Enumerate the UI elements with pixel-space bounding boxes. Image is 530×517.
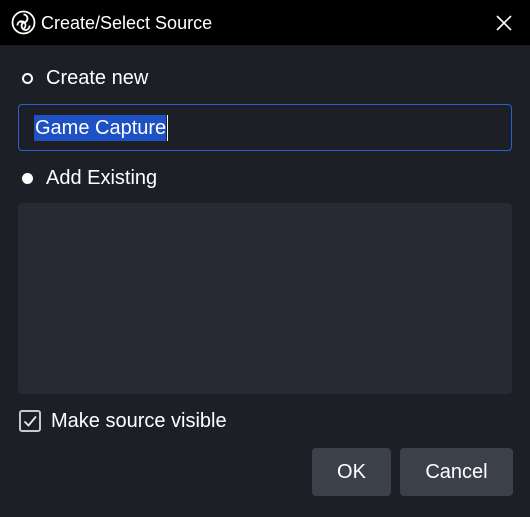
create-new-label: Create new [46,66,149,89]
obs-logo-icon [11,10,36,35]
add-existing-radio[interactable]: Add Existing [18,165,157,191]
title-bar[interactable]: Create/Select Source [0,0,530,45]
create-select-source-dialog: Create/Select Source Create new Game Cap… [0,0,530,517]
cancel-button[interactable]: Cancel [400,448,513,496]
close-button[interactable] [486,5,522,41]
existing-sources-list[interactable] [18,203,512,394]
window-title: Create/Select Source [41,13,213,33]
close-icon [496,15,512,31]
ok-button[interactable]: OK [312,448,391,496]
checkmark-icon [23,415,37,427]
text-caret [167,114,169,141]
radio-indicator-unchecked[interactable] [22,72,33,84]
add-existing-label: Add Existing [46,166,158,189]
radio-indicator-checked[interactable] [22,172,33,184]
source-name-value[interactable]: Game Capture [34,114,167,141]
create-new-radio[interactable]: Create new [18,65,148,91]
source-name-input[interactable]: Game Capture [18,104,512,151]
make-visible-checkbox[interactable] [19,410,41,432]
make-visible-label: Make source visible [51,409,227,432]
make-visible-checkbox-row[interactable]: Make source visible [19,408,227,434]
